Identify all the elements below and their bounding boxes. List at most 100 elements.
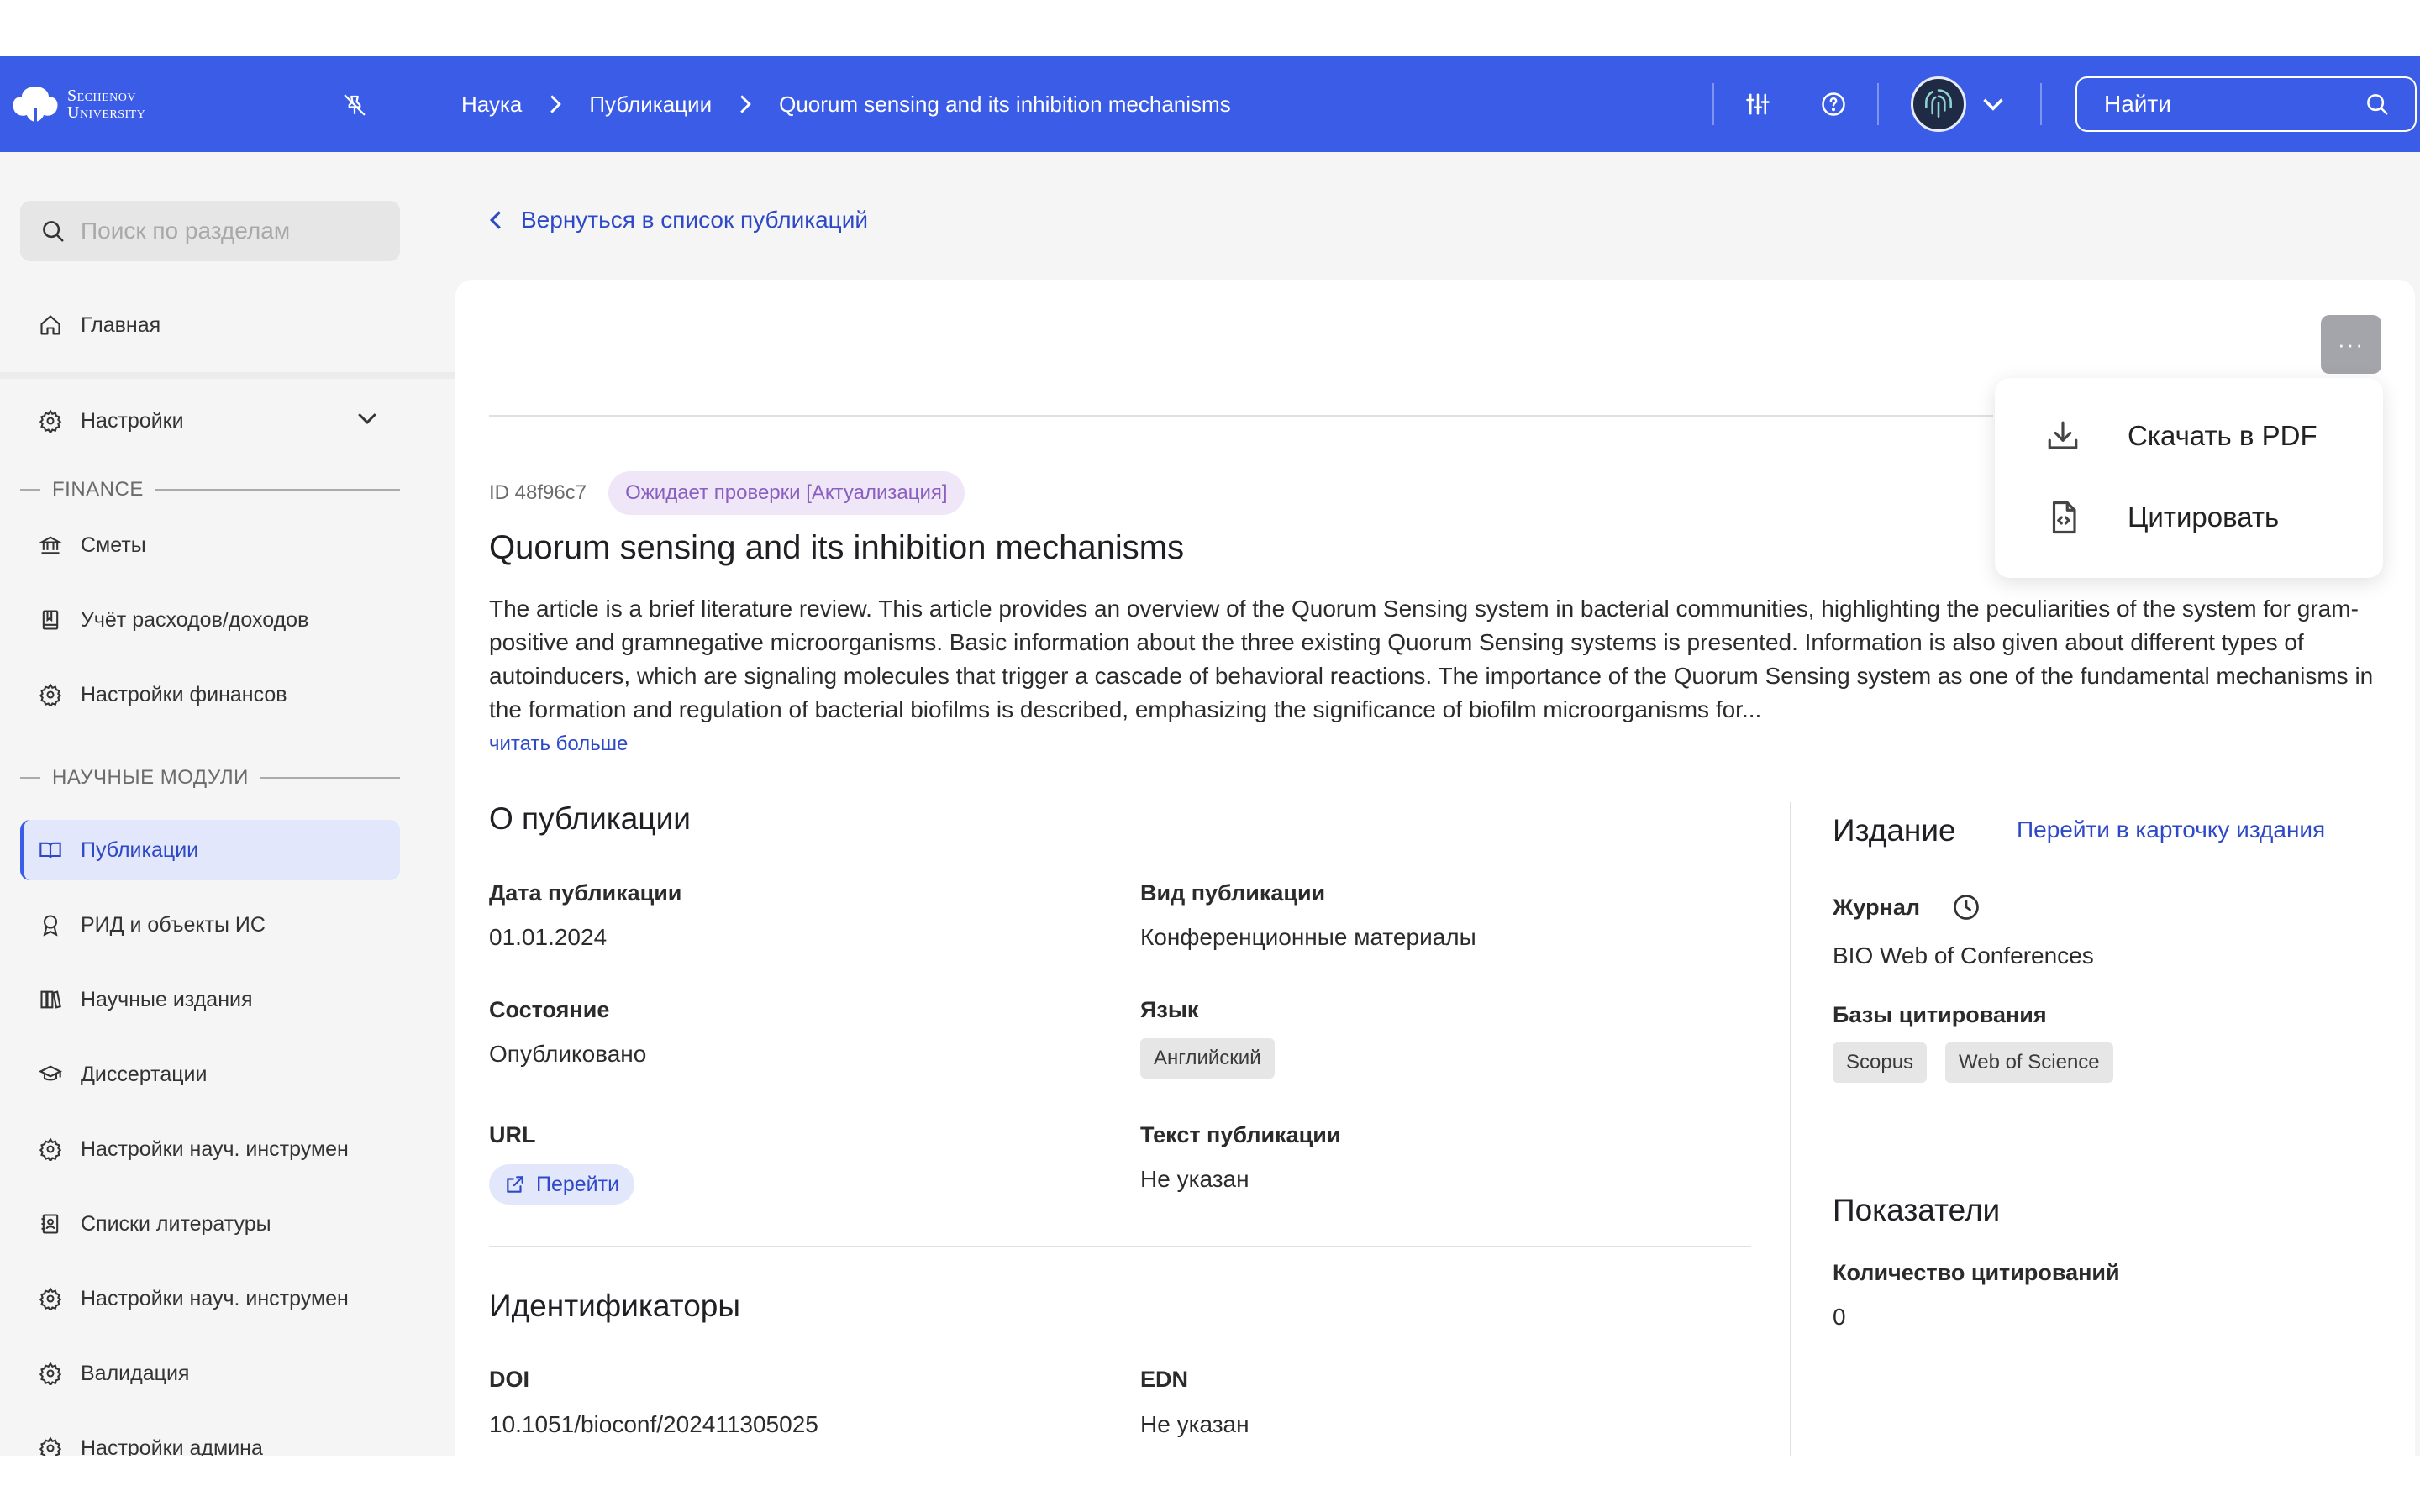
gear-icon xyxy=(37,1435,64,1456)
section-heading-identifiers: Идентификаторы xyxy=(489,1289,740,1323)
field-label: Базы цитирования xyxy=(1833,1002,2047,1027)
field-label: EDN xyxy=(1140,1367,1189,1392)
back-to-publications-link[interactable]: Вернуться в список публикаций xyxy=(489,207,868,234)
contacts-book-icon xyxy=(37,1210,64,1237)
field-label: DOI xyxy=(489,1367,530,1392)
sidebar-item-dissertations[interactable]: Диссертации xyxy=(20,1044,400,1105)
sidebar-item-publications[interactable]: Публикации xyxy=(20,820,400,880)
unpin-sidebar-button[interactable] xyxy=(338,88,371,122)
citations-count-value: 0 xyxy=(1833,1304,1846,1330)
breadcrumb-science[interactable]: Наука xyxy=(461,92,522,118)
sidebar-item-reference-lists[interactable]: Списки литературы xyxy=(20,1194,400,1254)
sidebar-item-label: Настройки науч. инструмен xyxy=(81,1137,349,1161)
sidebar-item-settings[interactable]: Настройки xyxy=(20,391,400,451)
external-link-icon xyxy=(507,1176,523,1193)
download-icon xyxy=(2048,421,2078,449)
sidebar-item-accounting[interactable]: Учёт расходов/доходов xyxy=(20,590,400,650)
sidebar-item-label: Настройки финансов xyxy=(81,682,287,706)
avatar xyxy=(1911,76,1966,132)
field-label: Журнал xyxy=(1833,895,1921,920)
help-circle-icon xyxy=(1822,92,1845,116)
divider xyxy=(2040,83,2042,125)
field-label: Состояние xyxy=(489,997,610,1022)
go-to-edition-card-link[interactable]: Перейти в карточку издания xyxy=(2017,816,2325,843)
filters-button[interactable] xyxy=(1741,87,1775,121)
sidebar-search-input[interactable] xyxy=(81,218,383,244)
gear-icon xyxy=(37,1360,64,1387)
publication-type-value: Конференционные материалы xyxy=(1140,924,1476,950)
search-icon[interactable] xyxy=(2365,92,2390,117)
bank-icon xyxy=(37,532,64,559)
publication-date-value: 01.01.2024 xyxy=(489,924,608,950)
breadcrumb-publications[interactable]: Публикации xyxy=(589,92,712,118)
sidebar-item-label: Валидация xyxy=(81,1361,190,1385)
user-menu[interactable] xyxy=(1911,76,2005,132)
gear-icon xyxy=(37,1285,64,1312)
read-more-link[interactable]: читать больше xyxy=(489,732,628,756)
chevron-right-icon xyxy=(739,93,752,115)
more-icon: ··· xyxy=(2338,331,2365,357)
menu-item-label: Цитировать xyxy=(2128,501,2280,533)
award-icon xyxy=(37,911,64,938)
sidebar-item-label: Научные издания xyxy=(81,987,253,1011)
chevron-right-icon xyxy=(549,93,562,115)
menu-item-download-pdf[interactable]: Скачать в PDF xyxy=(1995,398,2383,474)
publication-id: ID 48f96c7 xyxy=(489,481,587,504)
logo-line-2: University xyxy=(67,103,146,122)
gear-icon xyxy=(37,407,64,434)
sidebar-item-label: РИД и объекты ИС xyxy=(81,912,266,937)
actions-dropdown-menu: Скачать в PDF Цитировать xyxy=(1995,378,2383,578)
sidebar-item-label: Диссертации xyxy=(81,1062,208,1086)
sidebar-item-validation[interactable]: Валидация xyxy=(20,1343,400,1404)
journal-value: BIO Web of Conferences xyxy=(1833,942,2094,969)
sidebar-search[interactable] xyxy=(20,201,400,261)
edn-value: Не указан xyxy=(1140,1411,1249,1437)
divider xyxy=(489,1246,1751,1247)
filter-sliders-icon xyxy=(1746,93,1770,115)
code-file-icon xyxy=(2052,501,2076,534)
top-navigation-bar: Sechenov University Наука Публикации Quo… xyxy=(0,56,2420,152)
publication-meta: ID 48f96c7 Ожидает проверки [Актуализаци… xyxy=(489,471,965,515)
pin-off-icon xyxy=(344,94,366,116)
page-title: Quorum sensing and its inhibition mechan… xyxy=(489,529,1185,566)
open-url-link[interactable]: Перейти xyxy=(489,1164,635,1205)
field-label: Вид публикации xyxy=(1140,880,1326,906)
university-logo[interactable]: Sechenov University xyxy=(10,81,178,127)
menu-item-label: Скачать в PDF xyxy=(2128,420,2317,451)
divider xyxy=(1790,802,1791,1456)
section-heading-metrics: Показатели xyxy=(1833,1193,2001,1227)
sidebar-item-finance-settings[interactable]: Настройки финансов xyxy=(20,664,400,725)
open-book-icon xyxy=(37,837,64,864)
logo-tree-icon xyxy=(13,87,58,122)
clock-icon[interactable] xyxy=(1951,892,1981,922)
sidebar-item-label: Главная xyxy=(81,312,161,337)
sidebar-item-science-tools-settings-2[interactable]: Настройки науч. инструмен xyxy=(20,1268,400,1329)
sidebar-item-home[interactable]: Главная xyxy=(20,295,400,355)
chevron-down-icon xyxy=(1983,98,2003,111)
sidebar-item-estimates[interactable]: Сметы xyxy=(20,515,400,575)
sidebar-item-scientific-editions[interactable]: Научные издания xyxy=(20,969,400,1030)
doi-value: 10.1051/bioconf/202411305025 xyxy=(489,1411,818,1437)
chevron-down-icon xyxy=(358,413,376,424)
home-icon xyxy=(37,312,64,339)
section-heading-about: О публикации xyxy=(489,801,691,836)
breadcrumb-current: Quorum sensing and its inhibition mechan… xyxy=(779,91,1231,117)
sidebar-item-rid[interactable]: РИД и объекты ИС xyxy=(20,895,400,955)
more-actions-button[interactable]: ··· xyxy=(2321,315,2381,374)
breadcrumb: Наука Публикации Quorum sensing and its … xyxy=(461,56,1231,152)
open-url-label: Перейти xyxy=(536,1172,620,1196)
books-icon xyxy=(37,986,64,1013)
sidebar-item-label: Учёт расходов/доходов xyxy=(81,607,309,632)
global-search-input[interactable]: Найти xyxy=(2075,76,2417,132)
sidebar-item-label: Сметы xyxy=(81,533,146,557)
help-button[interactable] xyxy=(1817,87,1850,121)
sidebar-item-label: Настройки xyxy=(81,408,184,433)
sidebar-section-finance: FINANCE xyxy=(20,477,400,502)
publication-text-value: Не указан xyxy=(1140,1166,1249,1192)
field-label: Язык xyxy=(1140,997,1199,1022)
sidebar-section-science: НАУЧНЫЕ МОДУЛИ xyxy=(20,765,400,790)
sidebar-item-admin-settings[interactable]: Настройки админа xyxy=(20,1418,400,1456)
citation-db-chip: Web of Science xyxy=(1945,1042,2113,1083)
sidebar-item-science-tools-settings[interactable]: Настройки науч. инструмен xyxy=(20,1119,400,1179)
menu-item-cite[interactable]: Цитировать xyxy=(1995,480,2383,555)
